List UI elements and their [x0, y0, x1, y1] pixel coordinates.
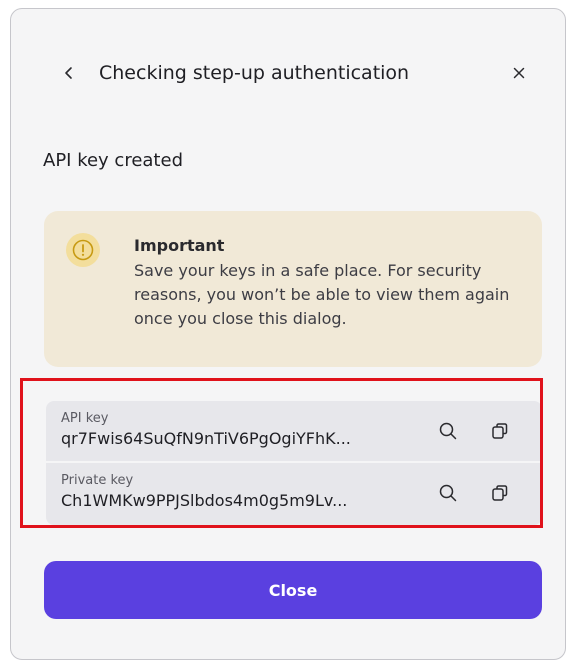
dialog-title: Checking step-up authentication [99, 62, 410, 84]
important-notice: Important Save your keys in a safe place… [44, 211, 542, 367]
close-button[interactable]: Close [44, 561, 542, 619]
back-button[interactable] [59, 59, 79, 87]
notice-text: Save your keys in a safe place. For secu… [134, 261, 510, 328]
chevron-left-icon [65, 67, 72, 79]
notice-heading: Important [134, 236, 225, 255]
highlight-box [20, 378, 543, 528]
warning-circle-icon [66, 233, 100, 267]
section-title: API key created [43, 150, 183, 171]
dialog-header: Checking step-up authentication [11, 59, 565, 87]
close-icon [513, 67, 525, 79]
api-key-dialog: Checking step-up authentication API key … [10, 8, 566, 660]
close-dialog-button[interactable] [507, 59, 531, 87]
